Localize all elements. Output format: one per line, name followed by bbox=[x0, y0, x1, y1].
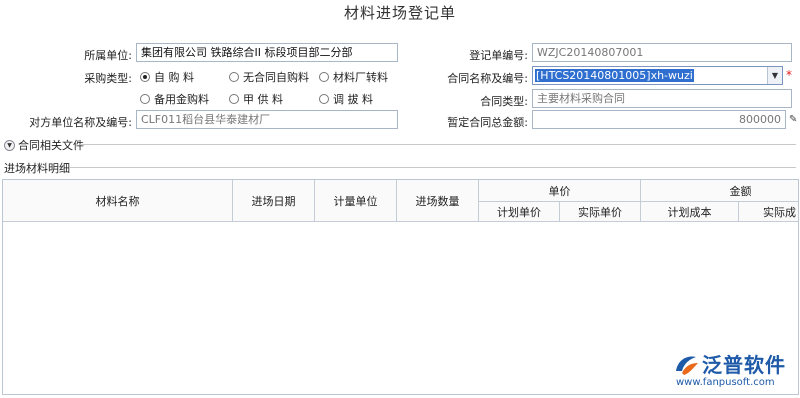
partner-field[interactable]: CLF011稻台县华泰建材厂 bbox=[136, 110, 398, 129]
radio-owner-supply[interactable]: 甲 供 料 bbox=[229, 91, 283, 107]
partner-label: 对方单位名称及编号: bbox=[29, 116, 132, 129]
detail-section: 进场材料明细 bbox=[4, 160, 70, 176]
radio-icon bbox=[229, 94, 239, 104]
radio-allocation[interactable]: 调 拔 料 bbox=[319, 91, 373, 107]
divider bbox=[80, 144, 796, 145]
required-mark: * bbox=[786, 68, 792, 82]
radio-icon bbox=[229, 72, 239, 82]
contract-type-label: 合同类型: bbox=[480, 95, 528, 108]
radio-selected-icon bbox=[140, 72, 150, 82]
radio-icon bbox=[140, 94, 150, 104]
radio-label: 甲 供 料 bbox=[243, 93, 283, 106]
section-title: 进场材料明细 bbox=[4, 162, 70, 175]
amount-field[interactable]: 800000 bbox=[532, 110, 786, 129]
radio-icon bbox=[319, 94, 329, 104]
col-material-name[interactable]: 材料名称 bbox=[3, 180, 233, 222]
edit-pen-icon[interactable]: ✎ bbox=[789, 114, 797, 125]
radio-petty-cash[interactable]: 备用金购料 bbox=[140, 91, 209, 107]
contract-select[interactable]: [HTCS20140801005]xh-wuzi ▼ bbox=[532, 66, 783, 85]
contract-type-field[interactable]: 主要材料采购合同 bbox=[532, 89, 792, 108]
col-group-price: 单价 bbox=[479, 180, 641, 202]
purchase-type-label: 采购类型: bbox=[84, 72, 132, 85]
unit-field[interactable]: 集团有限公司 铁路综合II 标段项目部二分部 bbox=[136, 43, 398, 62]
radio-icon bbox=[319, 72, 329, 82]
col-unit[interactable]: 计量单位 bbox=[315, 180, 397, 222]
contract-files-section[interactable]: ▼ 合同相关文件 bbox=[4, 137, 84, 153]
col-actual-price[interactable]: 实际单价 bbox=[560, 202, 641, 222]
col-quantity[interactable]: 进场数量 bbox=[397, 180, 479, 222]
radio-label: 调 拔 料 bbox=[333, 93, 373, 106]
divider bbox=[70, 167, 796, 168]
contract-selected-text: [HTCS20140801005]xh-wuzi bbox=[535, 69, 694, 82]
reg-no-label: 登记单编号: bbox=[469, 49, 528, 62]
col-actual-cost[interactable]: 实际成 bbox=[739, 202, 798, 222]
section-title: 合同相关文件 bbox=[18, 139, 84, 152]
chevron-down-icon[interactable]: ▼ bbox=[767, 67, 782, 84]
logo-url: www.fanpusoft.com bbox=[676, 377, 775, 388]
collapse-toggle-icon[interactable]: ▼ bbox=[4, 139, 15, 151]
reg-no-field[interactable]: WZJC20140807001 bbox=[532, 43, 792, 62]
radio-no-contract[interactable]: 无合同自购料 bbox=[229, 69, 309, 85]
logo-name: 泛普软件 bbox=[702, 353, 786, 377]
contract-label: 合同名称及编号: bbox=[447, 72, 528, 85]
page-title: 材料进场登记单 bbox=[343, 4, 456, 22]
brand-logo: 泛普软件 www.fanpusoft.com bbox=[672, 349, 797, 394]
radio-label: 备用金购料 bbox=[154, 93, 209, 106]
col-plan-cost[interactable]: 计划成本 bbox=[641, 202, 739, 222]
radio-self-purchase[interactable]: 自 购 料 bbox=[140, 69, 194, 85]
radio-label: 材料厂转料 bbox=[333, 71, 388, 84]
radio-factory-transfer[interactable]: 材料厂转料 bbox=[319, 69, 388, 85]
col-group-amount: 金额 bbox=[641, 180, 798, 202]
logo-mark-icon bbox=[676, 356, 698, 375]
radio-label: 无合同自购料 bbox=[243, 71, 309, 84]
unit-label: 所属单位: bbox=[84, 49, 132, 62]
radio-label: 自 购 料 bbox=[154, 71, 194, 84]
col-plan-price[interactable]: 计划单价 bbox=[479, 202, 560, 222]
col-entry-date[interactable]: 进场日期 bbox=[233, 180, 315, 222]
amount-label: 暂定合同总金额: bbox=[447, 116, 528, 129]
